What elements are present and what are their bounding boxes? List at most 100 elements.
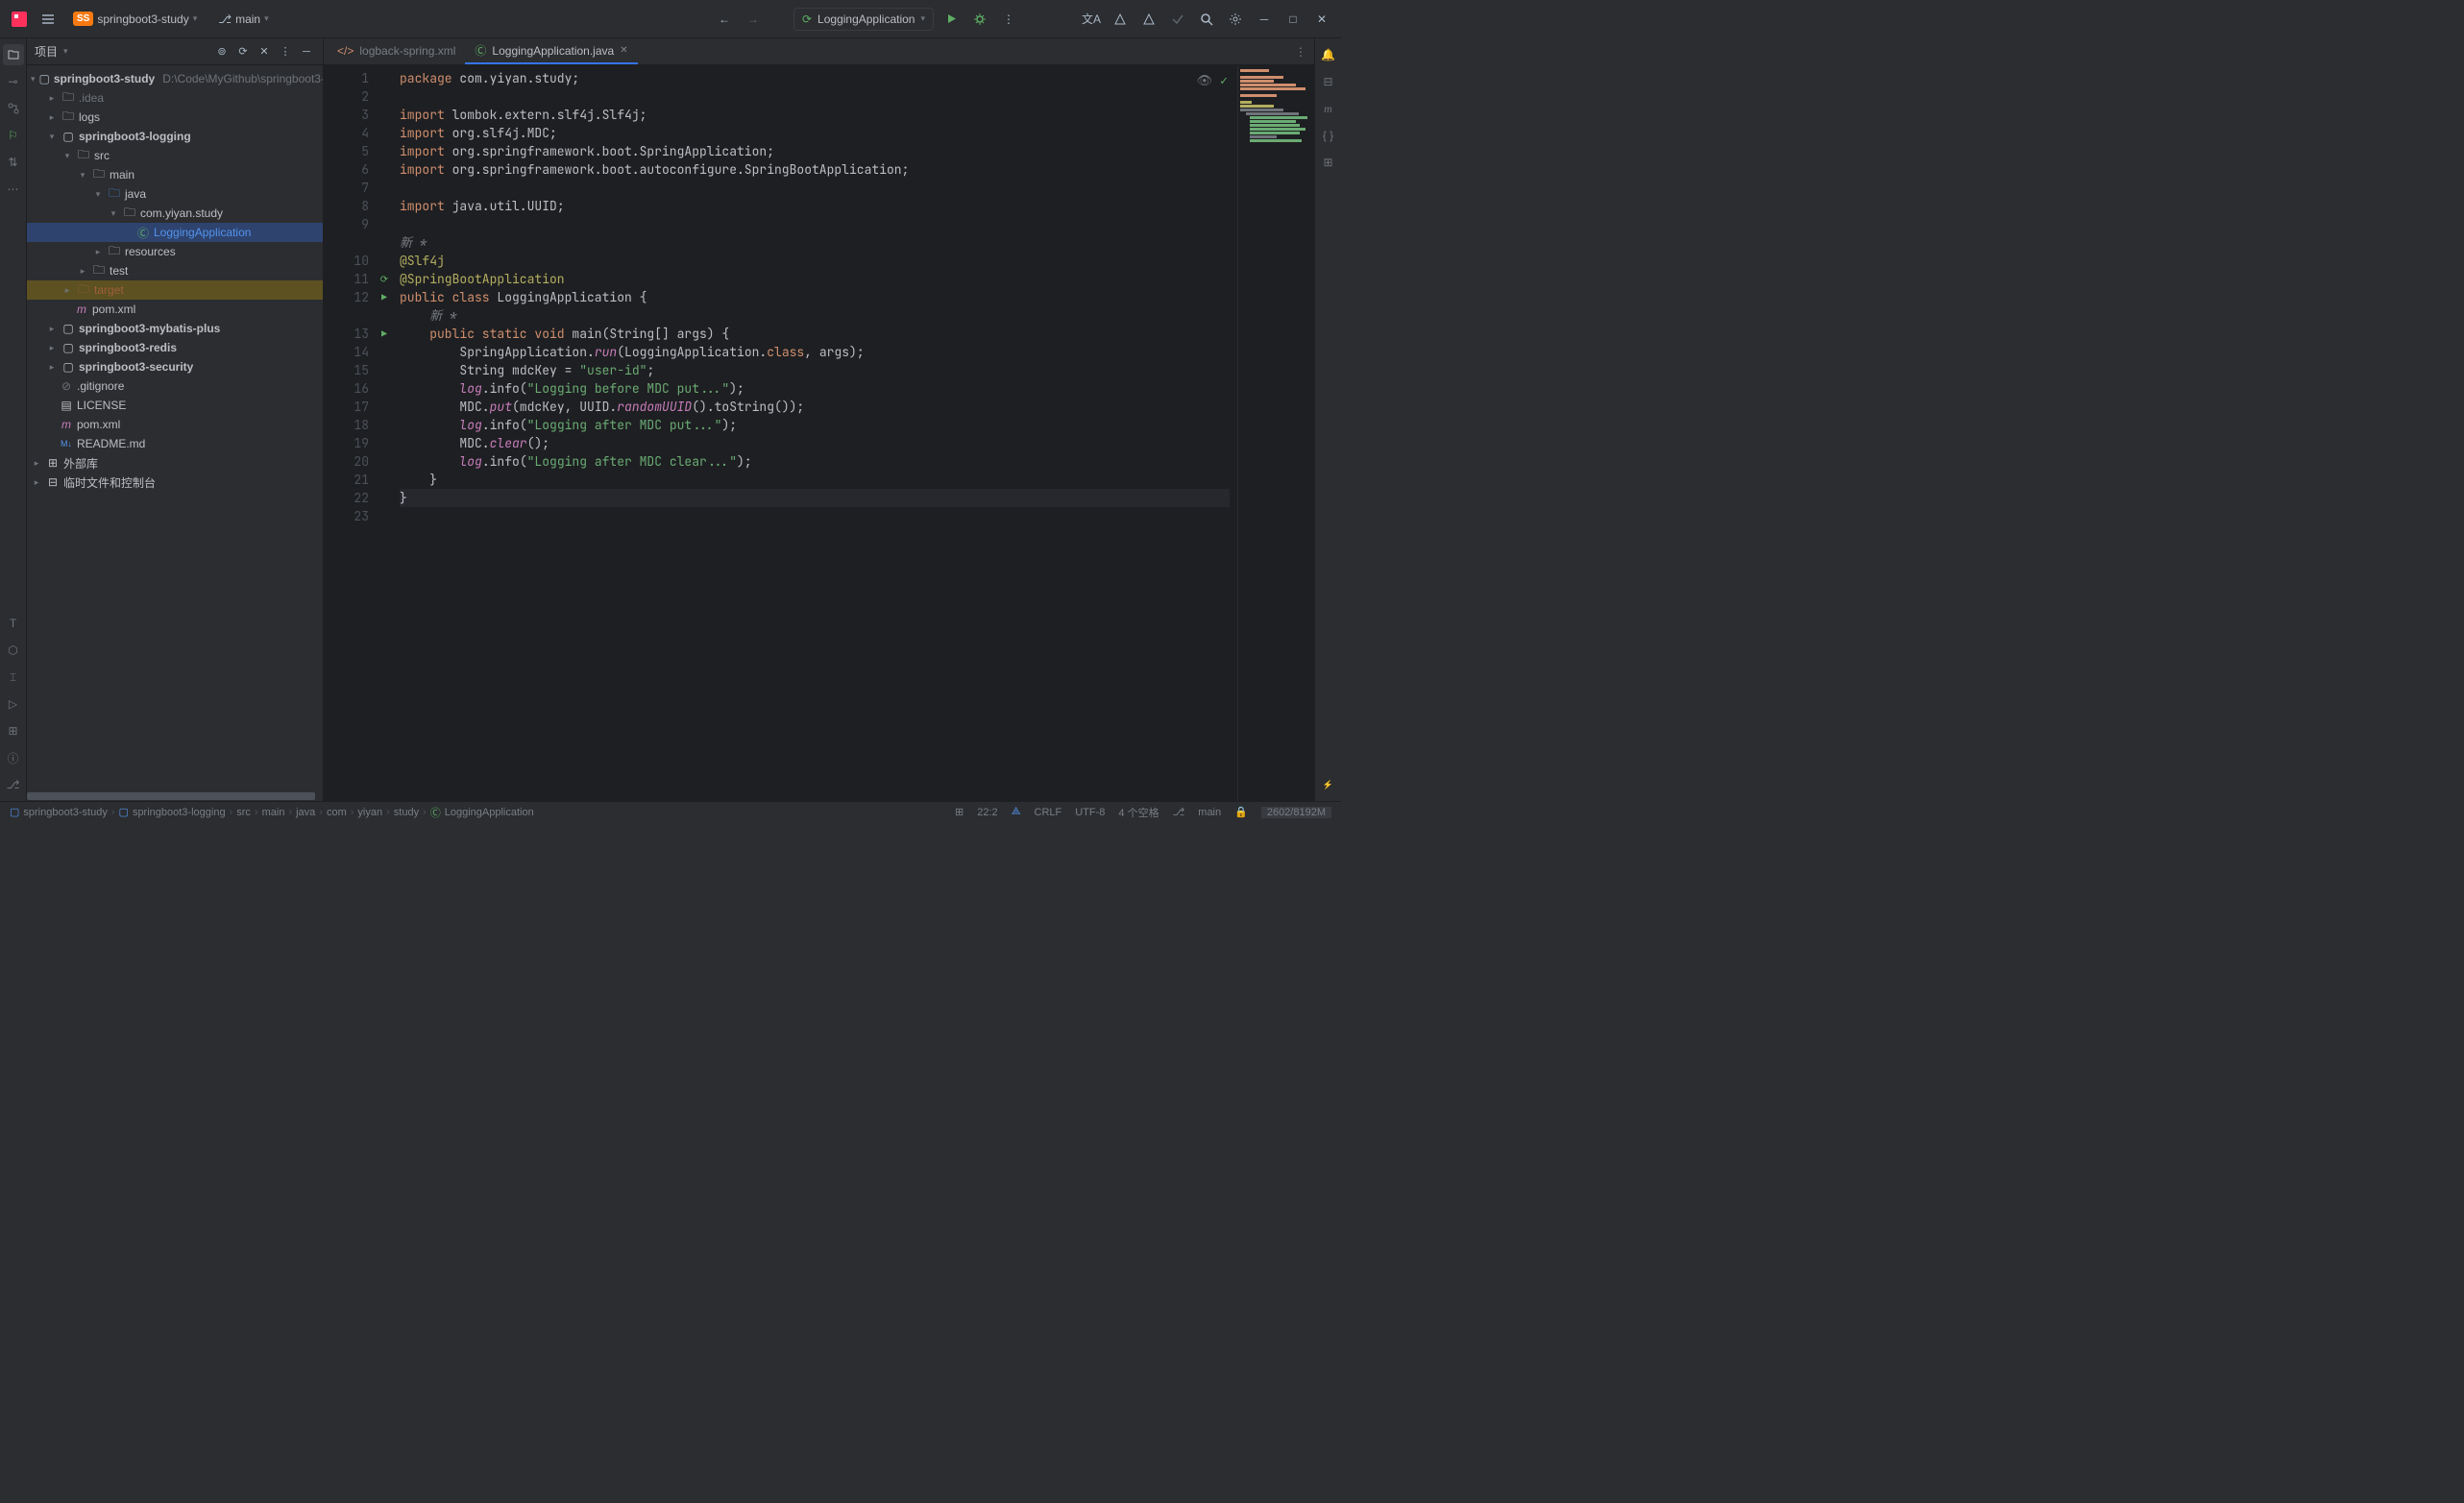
pull-requests-icon[interactable]: ⇅ <box>3 152 24 173</box>
commit-tool-icon[interactable]: ⊸ <box>3 71 24 92</box>
module-icon: ▢ <box>61 130 75 143</box>
tree-item[interactable]: ▾🗀java <box>27 184 323 204</box>
tree-item[interactable]: ▸🗀logs <box>27 108 323 127</box>
horizontal-scrollbar[interactable] <box>27 791 323 801</box>
more-tools-icon[interactable]: ⋯ <box>3 179 24 200</box>
tree-item[interactable]: ▸⊟临时文件和控制台 <box>27 473 323 492</box>
translate-icon[interactable]: 文A <box>1080 8 1103 31</box>
run-gutter-icon[interactable]: ▶ <box>377 325 392 343</box>
project-badge: SS <box>73 12 93 26</box>
code-with-me-icon[interactable] <box>1109 8 1132 31</box>
tree-item[interactable]: ▸⊞外部库 <box>27 453 323 473</box>
problems-tool-icon[interactable]: ⊞ <box>3 720 24 741</box>
status-branch[interactable]: main <box>1198 807 1221 818</box>
tree-item[interactable]: ▸🗀target <box>27 280 323 300</box>
panel-options-icon[interactable]: ⋮ <box>277 43 294 61</box>
inspection-widget[interactable]: 👁 ✓ <box>1197 71 1228 89</box>
tree-item[interactable]: ▾🗀main <box>27 165 323 184</box>
project-tree[interactable]: ▾ ▢ springboot3-study D:\Code\MyGithub\s… <box>27 65 323 791</box>
status-caret[interactable]: 22:2 <box>977 807 997 818</box>
tree-item[interactable]: ▸▢springboot3-redis <box>27 338 323 357</box>
run-config-selector[interactable]: ⟳ LoggingApplication ▾ <box>793 8 934 31</box>
editor-tab[interactable]: </> logback-spring.xml <box>328 38 465 64</box>
tree-item[interactable]: ▾🗀src <box>27 146 323 165</box>
main-menu-icon[interactable] <box>37 8 60 31</box>
reader-mode-icon[interactable]: 👁 <box>1197 71 1213 89</box>
run-tool-icon[interactable]: ▷ <box>3 693 24 715</box>
hide-panel-icon[interactable]: ─ <box>298 43 315 61</box>
tree-item[interactable]: ▸🗀test <box>27 261 323 280</box>
terminal-tool-icon[interactable]: ⌶ <box>3 667 24 688</box>
debug-button[interactable] <box>968 8 991 31</box>
nav-back-icon[interactable]: ← <box>713 8 736 31</box>
expand-all-icon[interactable]: ⟳ <box>234 43 252 61</box>
settings-icon[interactable] <box>1224 8 1247 31</box>
nav-forward-icon[interactable]: → <box>742 8 765 31</box>
tree-root[interactable]: ▾ ▢ springboot3-study D:\Code\MyGithub\s… <box>27 69 323 88</box>
scratches-icon: ⊟ <box>46 475 60 489</box>
todo-tool-icon[interactable]: ⓘ <box>3 747 24 768</box>
search-icon[interactable] <box>1195 8 1218 31</box>
status-widget-icon[interactable]: ⟁ <box>1012 806 1021 818</box>
minimize-icon[interactable]: ─ <box>1253 8 1276 31</box>
status-indent[interactable]: 4 个空格 <box>1118 805 1159 820</box>
tree-item[interactable]: ▤LICENSE <box>27 396 323 415</box>
class-icon: Ⓒ <box>475 42 486 59</box>
library-icon: ⊞ <box>46 456 60 470</box>
vcs-status-icon[interactable]: ⎇ <box>1173 806 1185 818</box>
select-opened-file-icon[interactable]: ⊚ <box>213 43 231 61</box>
run-gutter-icon[interactable]: ▶ <box>377 288 392 306</box>
vcs-branch-selector[interactable]: ⎇ main ▾ <box>210 9 276 30</box>
tree-item[interactable]: ▸🗀resources <box>27 242 323 261</box>
tree-item[interactable]: mpom.xml <box>27 415 323 434</box>
ai-tool-icon[interactable]: ⊞ <box>1318 152 1339 173</box>
tree-item-selected[interactable]: ⒸLoggingApplication <box>27 223 323 242</box>
tab-list-icon[interactable]: ⋮ <box>1295 45 1306 59</box>
run-button[interactable] <box>939 8 963 31</box>
status-memory[interactable]: 2602/8192M <box>1261 807 1331 818</box>
tree-item[interactable]: ▾🗀com.yiyan.study <box>27 204 323 223</box>
close-tab-icon[interactable]: ✕ <box>620 45 627 56</box>
code-body[interactable]: package com.yiyan.study; import lombok.e… <box>392 65 1237 801</box>
app-icon[interactable] <box>8 8 31 31</box>
code-editor[interactable]: 👁 ✓ 123456789101112131415161718192021222… <box>324 65 1314 801</box>
more-actions-icon[interactable]: ⋮ <box>997 8 1020 31</box>
deploy-icon[interactable] <box>1137 8 1160 31</box>
vcs-tool-icon[interactable]: ⎇ <box>3 774 24 795</box>
module-icon: ▢ <box>39 72 50 85</box>
tree-item[interactable]: ▸▢springboot3-security <box>27 357 323 376</box>
assistant-icon[interactable]: ⚡ <box>1318 774 1339 795</box>
tree-item[interactable]: ▸▢springboot3-mybatis-plus <box>27 319 323 338</box>
maven-tool-icon[interactable]: m <box>1318 98 1339 119</box>
build-tool-icon[interactable]: T <box>3 613 24 634</box>
tree-item[interactable]: M↓README.md <box>27 434 323 453</box>
project-tool-icon[interactable] <box>3 44 24 65</box>
database-tool-icon[interactable]: ⊟ <box>1318 71 1339 92</box>
editor-tab-active[interactable]: Ⓒ LoggingApplication.java ✕ <box>465 38 637 64</box>
tree-item[interactable]: ▾▢springboot3-logging <box>27 127 323 146</box>
collapse-icon[interactable]: { } <box>1318 125 1339 146</box>
notifications-icon[interactable]: 🔔 <box>1318 44 1339 65</box>
tree-item[interactable]: mpom.xml <box>27 300 323 319</box>
project-selector[interactable]: SS springboot3-study ▾ <box>65 8 205 30</box>
code-minimap[interactable] <box>1237 65 1314 801</box>
chevron-down-icon[interactable]: ▾ <box>63 46 68 57</box>
tree-item[interactable]: ▸🗀.idea <box>27 88 323 108</box>
updates-icon[interactable] <box>1166 8 1189 31</box>
gitignore-icon: ⊘ <box>60 379 73 393</box>
tree-item[interactable]: ⊘.gitignore <box>27 376 323 396</box>
close-icon[interactable]: ✕ <box>1310 8 1333 31</box>
status-linesep[interactable]: CRLF <box>1035 807 1062 818</box>
breadcrumb[interactable]: ▢ springboot3-study› ▢ springboot3-loggi… <box>4 805 534 820</box>
maven-icon: m <box>75 303 88 316</box>
bookmarks-tool-icon[interactable]: ⚐ <box>3 125 24 146</box>
lock-icon[interactable]: 🔒 <box>1234 806 1248 818</box>
services-tool-icon[interactable]: ⬡ <box>3 640 24 661</box>
maximize-icon[interactable]: □ <box>1281 8 1305 31</box>
structure-tool-icon[interactable] <box>3 98 24 119</box>
usage-icon[interactable]: ⟳ <box>377 270 392 288</box>
collapse-all-icon[interactable]: ✕ <box>256 43 273 61</box>
branch-name: main <box>235 12 260 26</box>
status-encoding[interactable]: UTF-8 <box>1075 807 1105 818</box>
status-widget-icon[interactable]: ⊞ <box>955 806 964 818</box>
